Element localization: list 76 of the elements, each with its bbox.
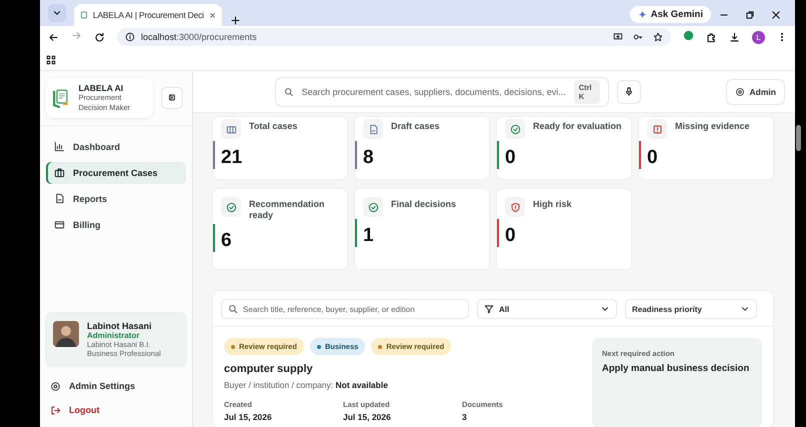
- star-icon[interactable]: [653, 32, 663, 42]
- meta-value: Jul 15, 2026: [343, 412, 392, 422]
- address-bar[interactable]: localhost:3000/procurements: [117, 28, 671, 46]
- document-icon: [54, 193, 65, 204]
- search-icon: [228, 304, 238, 314]
- next-action-text: Apply manual business decision: [602, 363, 750, 374]
- stat-label: Total cases: [249, 120, 298, 132]
- document-icon: [368, 124, 378, 134]
- stat-label: Final decisions: [391, 198, 456, 210]
- alert-icon: [652, 124, 662, 134]
- nav-item[interactable]: Reports: [46, 188, 186, 210]
- buyer-text: Buyer / institution / company: Not available: [224, 380, 389, 390]
- key-icon[interactable]: [633, 32, 643, 42]
- reload-icon[interactable]: [94, 32, 105, 42]
- check-circle-icon: [510, 124, 520, 134]
- filter-search-field[interactable]: Search title, reference, buyer, supplier, or edition: [221, 299, 469, 319]
- user-role: Administrator: [87, 330, 140, 340]
- profile-avatar[interactable]: L: [752, 30, 765, 44]
- check-circle-icon: [226, 202, 236, 212]
- avatar: [53, 320, 79, 346]
- sidebar-icon: [168, 92, 176, 104]
- logout-link[interactable]: Logout: [50, 401, 182, 419]
- stat-value: 0: [639, 141, 773, 169]
- stat-label: High risk: [533, 198, 572, 210]
- gear-icon: [50, 380, 61, 392]
- browser-tab[interactable]: LABELA AI | Procurement Deci: [74, 4, 222, 26]
- stat-label: Ready for evaluation: [533, 120, 622, 132]
- restore-icon[interactable]: [745, 10, 755, 20]
- nav-item[interactable]: Procurement Cases: [46, 162, 186, 184]
- close-icon[interactable]: [208, 10, 216, 20]
- stat-value: 1: [355, 219, 489, 247]
- stat-value: 0: [497, 141, 631, 169]
- search-icon: [284, 86, 294, 98]
- stat-value: 8: [355, 141, 489, 169]
- filter-icon: [484, 304, 494, 314]
- meta-value: 3: [462, 412, 468, 422]
- case-title: computer supply: [224, 363, 314, 375]
- nav-item[interactable]: Billing: [46, 214, 186, 236]
- bar-chart-icon: [54, 141, 65, 152]
- meta-value: Jul 15, 2026: [224, 412, 273, 422]
- microphone-icon: [624, 86, 634, 97]
- briefcase-icon: [54, 167, 65, 178]
- brand-name: LABELA AI: [78, 83, 124, 93]
- stat-value: 6: [213, 224, 347, 252]
- stat-value: 0: [497, 219, 631, 247]
- stat-label: Missing evidence: [675, 120, 750, 132]
- install-icon[interactable]: [613, 32, 623, 42]
- sort-dropdown[interactable]: Readiness priority: [625, 299, 757, 319]
- columns-icon: [226, 124, 236, 134]
- logout-icon: [50, 404, 61, 416]
- credit-card-icon: [54, 219, 65, 230]
- sparkle-icon: [638, 10, 647, 19]
- scrollbar-thumb[interactable]: [796, 125, 801, 151]
- shield-icon: [510, 202, 520, 212]
- user-name: Labinot Hasani: [87, 320, 153, 330]
- puzzle-icon[interactable]: [706, 32, 717, 42]
- collapse-sidebar-button[interactable]: [161, 86, 183, 109]
- status-dropdown[interactable]: All: [477, 299, 617, 319]
- check-circle-icon: [368, 202, 378, 212]
- new-tab-icon[interactable]: [230, 15, 241, 26]
- microphone-button[interactable]: [617, 80, 641, 104]
- info-icon: [125, 32, 135, 42]
- stat-label: Draft cases: [391, 120, 440, 132]
- admin-button[interactable]: Admin: [726, 78, 785, 104]
- close-icon[interactable]: [771, 10, 781, 20]
- apps-grid-icon[interactable]: [46, 55, 56, 65]
- ask-gemini-button[interactable]: Ask Gemini: [630, 6, 711, 23]
- back-icon[interactable]: [48, 32, 59, 42]
- page-icon: [80, 10, 88, 20]
- stat-value: 21: [213, 141, 347, 169]
- download-icon[interactable]: [729, 32, 740, 42]
- gear-icon: [734, 86, 745, 96]
- settings-link[interactable]: Admin Settings: [50, 377, 182, 395]
- stat-label: Recommendation ready: [249, 198, 326, 222]
- nav-item[interactable]: Dashboard: [46, 136, 186, 158]
- tab-list-button[interactable]: [48, 4, 66, 22]
